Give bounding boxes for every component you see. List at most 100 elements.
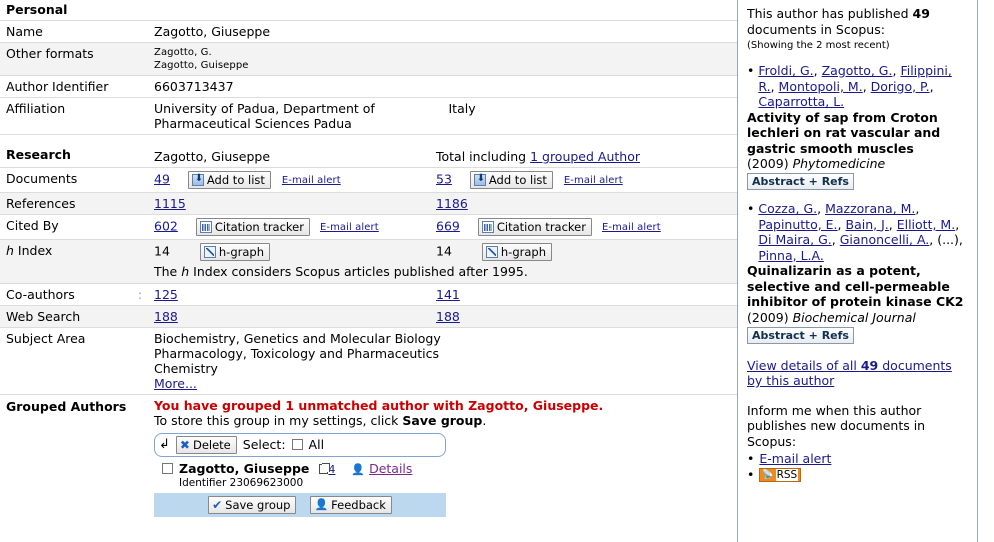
add-to-list-label: Add to list: [488, 172, 547, 187]
main-content: Personal Name Zagotto, Giuseppe Other fo…: [0, 0, 737, 542]
view-all-documents-link[interactable]: View details of all 49 documents by this…: [747, 358, 952, 389]
author-link[interactable]: Elliott, M.: [897, 217, 955, 232]
author-link[interactable]: Gianoncelli, A.: [840, 232, 930, 247]
grouped-author-link[interactable]: 1 grouped Author: [530, 149, 640, 164]
affiliation-value: University of Padua, Department of Pharm…: [148, 97, 443, 135]
document-authors-row: • Froldi, G., Zagotto, G., Filippini, R.…: [747, 63, 970, 110]
row-label: Web Search: [0, 304, 148, 327]
published-pre: This author has published: [747, 6, 913, 21]
web-search-own-count-link[interactable]: 188: [154, 309, 178, 324]
co-authors-own-count-link[interactable]: 125: [154, 287, 178, 302]
bullet-icon: •: [747, 201, 755, 216]
table-row-h-index-note: The h Index considers Scopus articles pu…: [0, 263, 737, 283]
bar-chart-icon: [481, 220, 494, 233]
sidebar-document-2: • Cozza, G., Mazzorana, M., Papinutto, E…: [747, 201, 970, 344]
author-link[interactable]: Bain, J.: [846, 217, 889, 232]
table-row-grouped-authors: Grouped Authors You have grouped 1 unmat…: [0, 393, 737, 520]
document-authors: Froldi, G., Zagotto, G., Filippini, R., …: [758, 63, 952, 109]
co-authors-own-cell: 125: [148, 282, 430, 305]
references-own-count-link[interactable]: 1115: [154, 196, 186, 211]
save-group-button[interactable]: ✔ Save group: [208, 495, 297, 514]
subject-area-more-link[interactable]: More...: [154, 376, 197, 391]
author-link[interactable]: Zagotto, G.: [822, 63, 893, 78]
author-link[interactable]: Papinutto, E.: [758, 217, 837, 232]
h-index-italic: h: [6, 242, 14, 258]
cited-by-email-alert-link[interactable]: E-mail alert: [320, 222, 379, 233]
document-year: (2009): [747, 156, 789, 171]
row-value: Zagotto, Giuseppe: [148, 20, 737, 43]
feedback-button[interactable]: 👤 Feedback: [310, 495, 392, 514]
references-total-count-link[interactable]: 1186: [436, 196, 468, 211]
empty-cell: [0, 263, 148, 283]
documents-own-cell: 49 Add to list E-mail alert: [148, 166, 430, 192]
row-label: Other formats: [0, 42, 148, 76]
references-total-cell: 1186: [430, 191, 737, 214]
right-rail-divider: [977, 0, 978, 542]
view-all-documents-block: View details of all 49 documents by this…: [747, 358, 970, 389]
row-label: Co-authors:: [0, 282, 148, 305]
documents-email-alert-link[interactable]: E-mail alert: [282, 175, 341, 186]
grouped-author-details-link[interactable]: Details: [369, 461, 412, 476]
add-to-list-button-total[interactable]: Add to list: [469, 170, 553, 189]
author-link[interactable]: Froldi, G.: [758, 63, 813, 78]
research-col2-header: Total including 1 grouped Author: [430, 146, 737, 168]
author-link[interactable]: Montopoli, M.: [779, 79, 863, 94]
select-all-label: All: [308, 437, 325, 452]
author-link[interactable]: Di Maira, G.: [758, 232, 831, 247]
citation-tracker-label: Citation tracker: [214, 219, 304, 234]
bullet-icon: •: [747, 451, 755, 466]
select-all-checkbox[interactable]: [291, 439, 303, 450]
h-graph-button[interactable]: h-graph: [199, 242, 270, 261]
document-source: (2009) Biochemical Journal: [747, 310, 970, 326]
documents-own-count-link[interactable]: 49: [154, 171, 170, 186]
author-link[interactable]: Mazzorana, M.: [825, 201, 915, 216]
sidebar-email-alert-link[interactable]: E-mail alert: [759, 451, 831, 467]
author-link[interactable]: Dorigo, P.: [871, 79, 930, 94]
row-value: Zagotto, G. Zagotto, Guiseppe: [148, 42, 737, 76]
web-search-total-cell: 188: [430, 304, 737, 327]
add-to-list-button[interactable]: Add to list: [187, 170, 271, 189]
author-link[interactable]: Cozza, G.: [758, 201, 817, 216]
author-link[interactable]: Caparrotta, L.: [758, 94, 844, 109]
web-search-total-count-link[interactable]: 188: [436, 309, 460, 324]
other-format-1: Zagotto, G.: [154, 47, 212, 58]
download-icon: [191, 172, 205, 186]
citation-tracker-button[interactable]: Citation tracker: [195, 217, 310, 236]
documents-total-email-alert-link[interactable]: E-mail alert: [564, 175, 623, 186]
published-post: documents in Scopus:: [747, 22, 885, 37]
documents-total-count-link[interactable]: 53: [436, 171, 452, 186]
research-header-row: Research Zagotto, Giuseppe Total includi…: [0, 146, 737, 168]
abstract-refs-button[interactable]: Abstract + Refs: [747, 173, 854, 190]
citation-tracker-button-total[interactable]: Citation tracker: [477, 217, 592, 236]
grouped-authors-footer: ✔ Save group 👤 Feedback: [154, 492, 446, 517]
cited-by-total-count-link[interactable]: 669: [436, 218, 460, 233]
subject-area-item: Biochemistry, Genetics and Molecular Bio…: [154, 330, 441, 346]
sidebar-published-heading: This author has published 49 documents i…: [747, 6, 970, 38]
cited-by-own-count-link[interactable]: 602: [154, 218, 178, 233]
author-select-checkbox[interactable]: [162, 462, 173, 474]
close-x-icon: ✖: [179, 437, 190, 452]
table-row-cited-by: Cited By 602 Citation tracker E-mail ale…: [0, 213, 737, 239]
cited-by-total-email-alert-link[interactable]: E-mail alert: [602, 222, 661, 233]
author-info: Zagotto, Giuseppe 4 👤 Details Identifier…: [179, 461, 412, 489]
table-row-web-search: Web Search 188 188: [0, 304, 737, 327]
line-graph-icon: [203, 245, 216, 258]
research-col1-header: Zagotto, Giuseppe: [154, 148, 271, 164]
personal-table: Name Zagotto, Giuseppe Other formats Zag…: [0, 20, 737, 147]
author-link-last[interactable]: Pinna, L.A.: [758, 248, 823, 263]
rss-icon: 📡: [762, 470, 774, 480]
table-row-name: Name Zagotto, Giuseppe: [0, 20, 737, 43]
delete-button[interactable]: ✖ Delete: [175, 435, 237, 454]
return-arrow-icon: ↲: [159, 437, 170, 452]
co-authors-total-count-link[interactable]: 141: [436, 287, 460, 302]
abstract-refs-button[interactable]: Abstract + Refs: [747, 326, 854, 344]
h-index-note: The h Index considers Scopus articles pu…: [148, 263, 737, 283]
row-label: References: [0, 191, 148, 214]
rss-button[interactable]: 📡 RSS: [759, 468, 802, 482]
table-row-affiliation: Affiliation University of Padua, Departm…: [0, 97, 737, 135]
row-label: Name: [0, 20, 148, 43]
document-journal: Biochemical Journal: [792, 309, 916, 325]
person-icon: 👤: [351, 462, 366, 476]
h-graph-button-total[interactable]: h-graph: [481, 242, 552, 261]
h-index-own-cell: 14 h-graph: [148, 238, 430, 264]
